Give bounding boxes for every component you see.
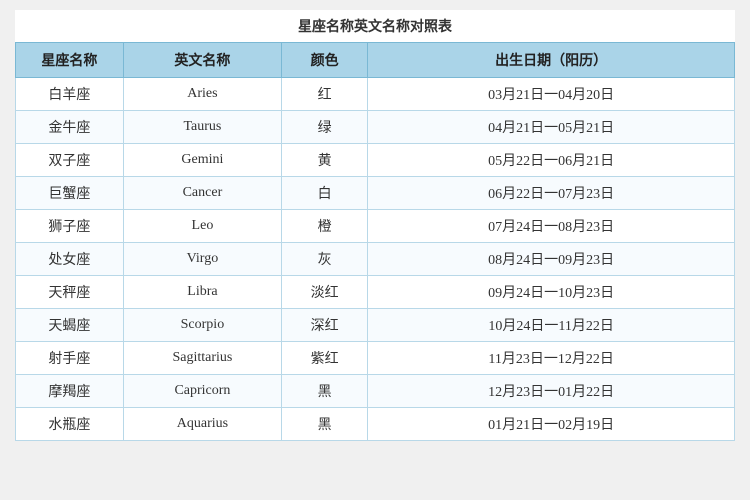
cell-cn-name: 巨蟹座: [16, 177, 124, 210]
cell-cn-name: 水瓶座: [16, 408, 124, 441]
table-row: 狮子座Leo橙07月24日一08月23日: [16, 210, 735, 243]
cell-date: 11月23日一12月22日: [368, 342, 735, 375]
table-row: 天蝎座Scorpio深红10月24日一11月22日: [16, 309, 735, 342]
table-row: 射手座Sagittarius紫红11月23日一12月22日: [16, 342, 735, 375]
cell-color: 白: [282, 177, 368, 210]
table-row: 双子座Gemini黄05月22日一06月21日: [16, 144, 735, 177]
header-date: 出生日期（阳历）: [368, 43, 735, 78]
cell-cn-name: 双子座: [16, 144, 124, 177]
cell-color: 绿: [282, 111, 368, 144]
cell-color: 橙: [282, 210, 368, 243]
cell-date: 07月24日一08月23日: [368, 210, 735, 243]
cell-cn-name: 白羊座: [16, 78, 124, 111]
cell-cn-name: 天秤座: [16, 276, 124, 309]
table-header-row: 星座名称 英文名称 颜色 出生日期（阳历）: [16, 43, 735, 78]
main-container: 星座名称英文名称对照表 星座名称 英文名称 颜色 出生日期（阳历） 白羊座Ari…: [15, 10, 735, 441]
cell-en-name: Aries: [123, 78, 281, 111]
header-color: 颜色: [282, 43, 368, 78]
cell-color: 黑: [282, 408, 368, 441]
cell-color: 紫红: [282, 342, 368, 375]
cell-date: 09月24日一10月23日: [368, 276, 735, 309]
cell-date: 08月24日一09月23日: [368, 243, 735, 276]
table-row: 水瓶座Aquarius黑01月21日一02月19日: [16, 408, 735, 441]
cell-en-name: Sagittarius: [123, 342, 281, 375]
cell-cn-name: 射手座: [16, 342, 124, 375]
cell-cn-name: 狮子座: [16, 210, 124, 243]
cell-date: 04月21日一05月21日: [368, 111, 735, 144]
cell-color: 淡红: [282, 276, 368, 309]
cell-color: 黑: [282, 375, 368, 408]
cell-en-name: Aquarius: [123, 408, 281, 441]
header-cn-name: 星座名称: [16, 43, 124, 78]
cell-cn-name: 金牛座: [16, 111, 124, 144]
zodiac-table: 星座名称 英文名称 颜色 出生日期（阳历） 白羊座Aries红03月21日一04…: [15, 42, 735, 441]
cell-color: 红: [282, 78, 368, 111]
cell-cn-name: 摩羯座: [16, 375, 124, 408]
cell-en-name: Scorpio: [123, 309, 281, 342]
page-title: 星座名称英文名称对照表: [15, 10, 735, 42]
cell-date: 12月23日一01月22日: [368, 375, 735, 408]
cell-en-name: Leo: [123, 210, 281, 243]
cell-color: 灰: [282, 243, 368, 276]
table-row: 天秤座Libra淡红09月24日一10月23日: [16, 276, 735, 309]
cell-cn-name: 天蝎座: [16, 309, 124, 342]
cell-date: 06月22日一07月23日: [368, 177, 735, 210]
cell-date: 01月21日一02月19日: [368, 408, 735, 441]
table-row: 白羊座Aries红03月21日一04月20日: [16, 78, 735, 111]
cell-en-name: Cancer: [123, 177, 281, 210]
table-row: 巨蟹座Cancer白06月22日一07月23日: [16, 177, 735, 210]
cell-en-name: Capricorn: [123, 375, 281, 408]
cell-en-name: Gemini: [123, 144, 281, 177]
cell-date: 10月24日一11月22日: [368, 309, 735, 342]
cell-color: 深红: [282, 309, 368, 342]
table-body: 白羊座Aries红03月21日一04月20日金牛座Taurus绿04月21日一0…: [16, 78, 735, 441]
cell-en-name: Virgo: [123, 243, 281, 276]
cell-en-name: Taurus: [123, 111, 281, 144]
cell-cn-name: 处女座: [16, 243, 124, 276]
table-row: 摩羯座Capricorn黑12月23日一01月22日: [16, 375, 735, 408]
cell-date: 05月22日一06月21日: [368, 144, 735, 177]
cell-en-name: Libra: [123, 276, 281, 309]
table-row: 处女座Virgo灰08月24日一09月23日: [16, 243, 735, 276]
cell-color: 黄: [282, 144, 368, 177]
cell-date: 03月21日一04月20日: [368, 78, 735, 111]
header-en-name: 英文名称: [123, 43, 281, 78]
table-row: 金牛座Taurus绿04月21日一05月21日: [16, 111, 735, 144]
